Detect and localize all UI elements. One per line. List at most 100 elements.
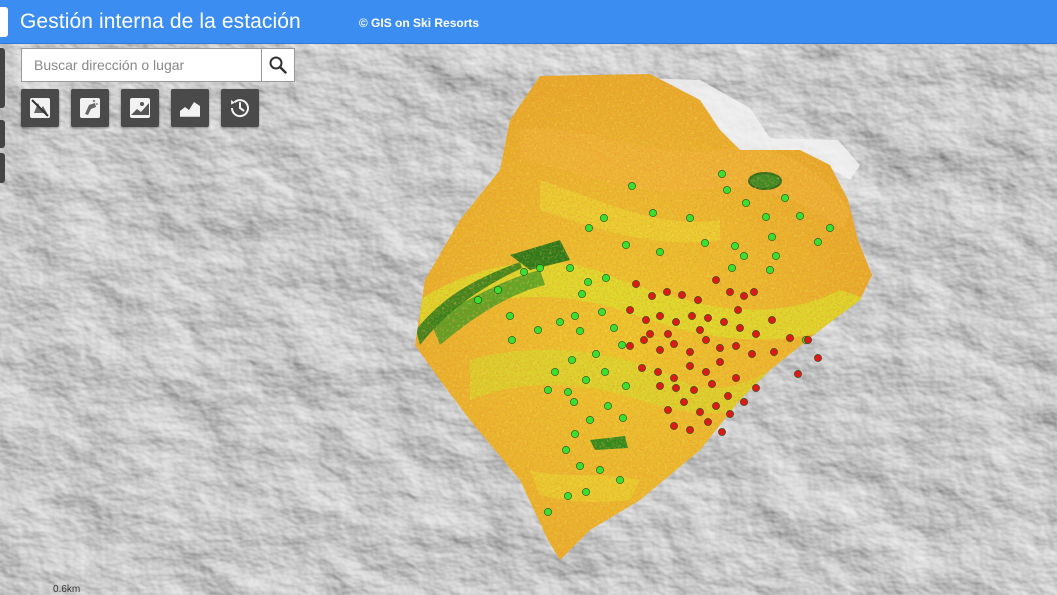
cannon-point-ok[interactable] (582, 376, 590, 384)
cannon-point-alert[interactable] (678, 291, 686, 299)
cannon-point-ok[interactable] (536, 264, 544, 272)
cannon-point-ok[interactable] (618, 341, 626, 349)
cannon-point-alert[interactable] (736, 324, 744, 332)
cannon-point-ok[interactable] (740, 252, 748, 260)
cannon-point-alert[interactable] (686, 362, 694, 370)
cannon-point-ok[interactable] (571, 430, 579, 438)
cannon-point-ok[interactable] (728, 264, 736, 272)
cannon-point-alert[interactable] (694, 296, 702, 304)
cannon-point-ok[interactable] (649, 209, 657, 217)
cannon-point-alert[interactable] (720, 318, 728, 326)
cannon-point-ok[interactable] (584, 278, 592, 286)
cannon-point-alert[interactable] (718, 428, 726, 436)
cannon-point-alert[interactable] (752, 384, 760, 392)
cannon-point-alert[interactable] (656, 346, 664, 354)
cannon-point-ok[interactable] (576, 327, 584, 335)
cannon-point-ok[interactable] (622, 382, 630, 390)
cannon-point-alert[interactable] (752, 330, 760, 338)
cannon-point-ok[interactable] (494, 286, 502, 294)
cannon-point-ok[interactable] (596, 466, 604, 474)
cannon-point-alert[interactable] (726, 410, 734, 418)
cannon-point-ok[interactable] (586, 416, 594, 424)
cannon-point-ok[interactable] (551, 368, 559, 376)
cannon-point-alert[interactable] (690, 386, 698, 394)
cannon-point-alert[interactable] (712, 402, 720, 410)
cannon-point-ok[interactable] (731, 242, 739, 250)
cannon-point-ok[interactable] (544, 386, 552, 394)
cannon-point-ok[interactable] (570, 398, 578, 406)
cannon-point-alert[interactable] (770, 348, 778, 356)
side-panel-tab[interactable] (0, 120, 5, 148)
cannon-point-alert[interactable] (768, 316, 776, 324)
cannon-point-alert[interactable] (648, 292, 656, 300)
cannon-point-alert[interactable] (686, 348, 694, 356)
cannon-point-alert[interactable] (750, 288, 758, 296)
cannon-point-alert[interactable] (672, 384, 680, 392)
cannon-point-alert[interactable] (664, 330, 672, 338)
cannon-point-alert[interactable] (646, 330, 654, 338)
cannon-point-alert[interactable] (748, 350, 756, 358)
history-button[interactable] (221, 89, 259, 127)
cannon-point-alert[interactable] (804, 336, 812, 344)
cannon-point-ok[interactable] (718, 170, 726, 178)
cannon-point-alert[interactable] (656, 382, 664, 390)
cannon-point-alert[interactable] (702, 336, 710, 344)
cannon-point-ok[interactable] (742, 199, 750, 207)
search-input[interactable] (22, 49, 261, 81)
cannon-point-alert[interactable] (724, 392, 732, 400)
cannon-point-alert[interactable] (712, 276, 720, 284)
cannon-point-alert[interactable] (732, 374, 740, 382)
cannon-point-ok[interactable] (556, 318, 564, 326)
cannon-point-alert[interactable] (716, 358, 724, 366)
cannon-point-alert[interactable] (708, 380, 716, 388)
cannon-point-ok[interactable] (656, 248, 664, 256)
cannon-point-ok[interactable] (622, 241, 630, 249)
cannon-point-ok[interactable] (781, 194, 789, 202)
cannon-point-alert[interactable] (638, 364, 646, 372)
cannon-point-ok[interactable] (600, 214, 608, 222)
cannon-point-ok[interactable] (772, 252, 780, 260)
cannon-point-alert[interactable] (814, 354, 822, 362)
cannon-point-ok[interactable] (610, 324, 618, 332)
cannon-point-alert[interactable] (626, 342, 634, 350)
cannon-point-alert[interactable] (672, 318, 680, 326)
cannon-point-alert[interactable] (726, 288, 734, 296)
cannon-point-alert[interactable] (732, 342, 740, 350)
cannon-point-ok[interactable] (564, 492, 572, 500)
cannon-point-ok[interactable] (628, 182, 636, 190)
snow-cannon-button[interactable] (71, 89, 109, 127)
cannon-point-ok[interactable] (602, 274, 610, 282)
search-button[interactable] (261, 49, 294, 81)
cannon-point-alert[interactable] (670, 374, 678, 382)
cannon-point-ok[interactable] (506, 312, 514, 320)
cannon-point-alert[interactable] (734, 306, 742, 314)
cannon-point-ok[interactable] (826, 224, 834, 232)
cannon-point-ok[interactable] (796, 212, 804, 220)
cannon-point-alert[interactable] (786, 334, 794, 342)
cannon-point-alert[interactable] (680, 398, 688, 406)
cannon-point-ok[interactable] (762, 213, 770, 221)
cannon-point-alert[interactable] (688, 312, 696, 320)
slope-button[interactable] (121, 89, 159, 127)
side-panel-tab[interactable] (0, 48, 5, 108)
cannon-point-ok[interactable] (508, 336, 516, 344)
cannon-point-alert[interactable] (632, 280, 640, 288)
cannon-point-ok[interactable] (564, 388, 572, 396)
cannon-point-ok[interactable] (566, 264, 574, 272)
cannon-point-ok[interactable] (585, 224, 593, 232)
cannon-point-ok[interactable] (598, 308, 606, 316)
cannon-point-ok[interactable] (814, 238, 822, 246)
cannon-point-ok[interactable] (576, 462, 584, 470)
cannon-point-ok[interactable] (601, 368, 609, 376)
cannon-point-alert[interactable] (704, 418, 712, 426)
cannon-point-alert[interactable] (642, 316, 650, 324)
cannon-point-ok[interactable] (723, 186, 731, 194)
cannon-point-ok[interactable] (592, 350, 600, 358)
cannon-point-ok[interactable] (619, 414, 627, 422)
cannon-point-ok[interactable] (686, 214, 694, 222)
cannon-point-ok[interactable] (520, 268, 528, 276)
cannon-point-alert[interactable] (670, 340, 678, 348)
cannon-point-alert[interactable] (626, 306, 634, 314)
cannon-point-alert[interactable] (663, 288, 671, 296)
no-snow-button[interactable] (21, 89, 59, 127)
